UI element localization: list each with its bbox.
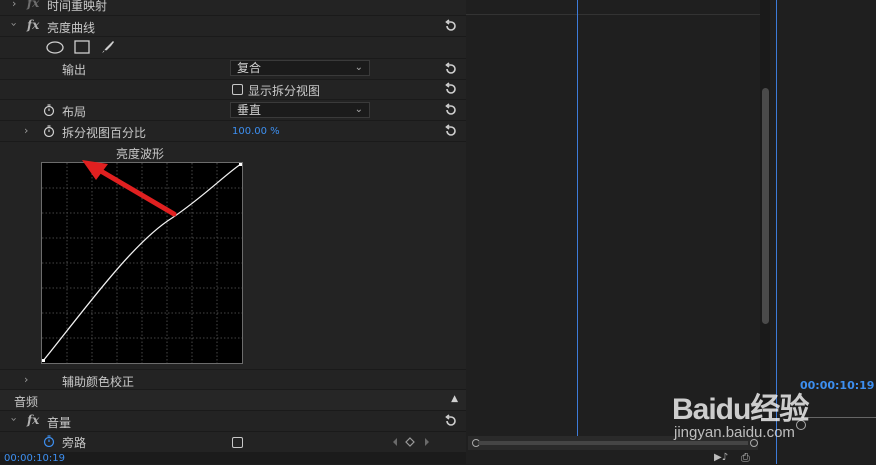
pen-mask-icon[interactable] xyxy=(100,39,116,55)
stopwatch-icon[interactable] xyxy=(43,125,55,137)
effect-row-luma-curves[interactable]: › fx 亮度曲线 xyxy=(0,16,466,37)
layout-value: 垂直 xyxy=(237,103,262,117)
layout-label: 布局 xyxy=(62,105,87,119)
effect-row-time-remap[interactable]: › fx 时间重映射 xyxy=(0,0,466,16)
annotation-arrow-icon xyxy=(82,160,177,217)
playback-icon[interactable]: ▶♪ xyxy=(714,452,728,463)
fx-icon[interactable]: fx xyxy=(27,18,39,32)
split-percent-value[interactable]: 100.00 % xyxy=(232,126,280,137)
output-label: 输出 xyxy=(62,63,87,77)
bypass-label: 旁路 xyxy=(62,436,87,450)
effect-row-volume[interactable]: › fx 音量 xyxy=(0,411,466,432)
chevron-down-icon[interactable]: › xyxy=(8,417,21,421)
stopwatch-icon[interactable] xyxy=(43,104,55,116)
chevron-down-icon: ⌄ xyxy=(354,62,363,73)
chevron-right-icon[interactable]: › xyxy=(24,373,28,386)
reset-icon[interactable] xyxy=(444,103,458,117)
checkbox-icon[interactable] xyxy=(232,84,243,95)
track-divider xyxy=(466,14,762,15)
output-dropdown[interactable]: 复合 ⌄ xyxy=(230,60,370,76)
playhead-line[interactable] xyxy=(577,0,578,436)
stopwatch-icon[interactable] xyxy=(43,435,55,447)
output-row: 输出 复合 ⌄ xyxy=(0,58,466,80)
split-percent-label: 拆分视图百分比 xyxy=(62,126,147,140)
output-value: 复合 xyxy=(237,61,262,75)
reset-icon[interactable] xyxy=(444,414,458,428)
reset-icon[interactable] xyxy=(444,124,458,138)
ellipse-mask-icon[interactable] xyxy=(46,41,64,54)
volume-label: 音量 xyxy=(47,416,72,430)
watermark-brand: Baidu经验 xyxy=(672,393,809,426)
effect-row-secondary-color[interactable]: › 辅助颜色校正 xyxy=(0,369,466,390)
watermark-url: jingyan.baidu.com xyxy=(674,424,795,441)
export-frame-icon[interactable]: ⎙ xyxy=(741,451,750,465)
bypass-row: 旁路 xyxy=(0,432,466,452)
reset-icon[interactable] xyxy=(444,62,458,76)
reset-icon[interactable] xyxy=(444,82,458,96)
scroll-up-icon[interactable]: ▲ xyxy=(451,394,458,404)
chevron-right-icon[interactable]: › xyxy=(12,0,16,10)
audio-section-header[interactable]: 音频 ▲ xyxy=(0,390,466,411)
chevron-right-icon[interactable]: › xyxy=(24,124,28,137)
layout-dropdown[interactable]: 垂直 ⌄ xyxy=(230,102,370,118)
timeline-panel: ▶♪ ⎙ 00:00:10:19 Baidu经验 jingyan.baidu.c… xyxy=(466,0,876,464)
layout-row: 布局 垂直 ⌄ xyxy=(0,100,466,121)
audio-section-label: 音频 xyxy=(14,395,39,409)
mask-tools-row xyxy=(0,37,466,59)
scrollbar-thumb[interactable] xyxy=(762,88,769,324)
curve-point-end xyxy=(239,163,242,166)
reset-icon[interactable] xyxy=(444,19,458,33)
show-split-view-row: 显示拆分视图 xyxy=(0,79,466,100)
show-split-view-label: 显示拆分视图 xyxy=(248,84,321,98)
effect-label-secondary-color: 辅助颜色校正 xyxy=(62,375,135,389)
effect-label-luma-curves: 亮度曲线 xyxy=(47,21,96,35)
curve-point-start xyxy=(42,359,45,362)
fx-icon[interactable]: fx xyxy=(27,413,39,427)
checkbox-icon[interactable] xyxy=(232,437,243,448)
fx-icon: fx xyxy=(27,0,40,10)
status-bar: 00:00:10:19 xyxy=(0,452,466,464)
keyframe-nav-icon[interactable] xyxy=(391,436,431,448)
effect-controls-panel: › fx 时间重映射 › fx 亮度曲线 输出 复合 ⌄ 显示拆分视图 布局 垂… xyxy=(0,0,466,464)
split-percent-row: › 拆分视图百分比 100.00 % xyxy=(0,121,466,142)
chevron-down-icon[interactable]: › xyxy=(8,22,21,26)
chevron-down-icon: ⌄ xyxy=(354,104,363,115)
timecode-bottom[interactable]: 00:00:10:19 xyxy=(4,453,65,464)
baidu-watermark: Baidu经验 jingyan.baidu.com xyxy=(672,370,872,444)
rectangle-mask-icon[interactable] xyxy=(74,40,90,54)
effect-label-time-remap: 时间重映射 xyxy=(47,0,108,13)
